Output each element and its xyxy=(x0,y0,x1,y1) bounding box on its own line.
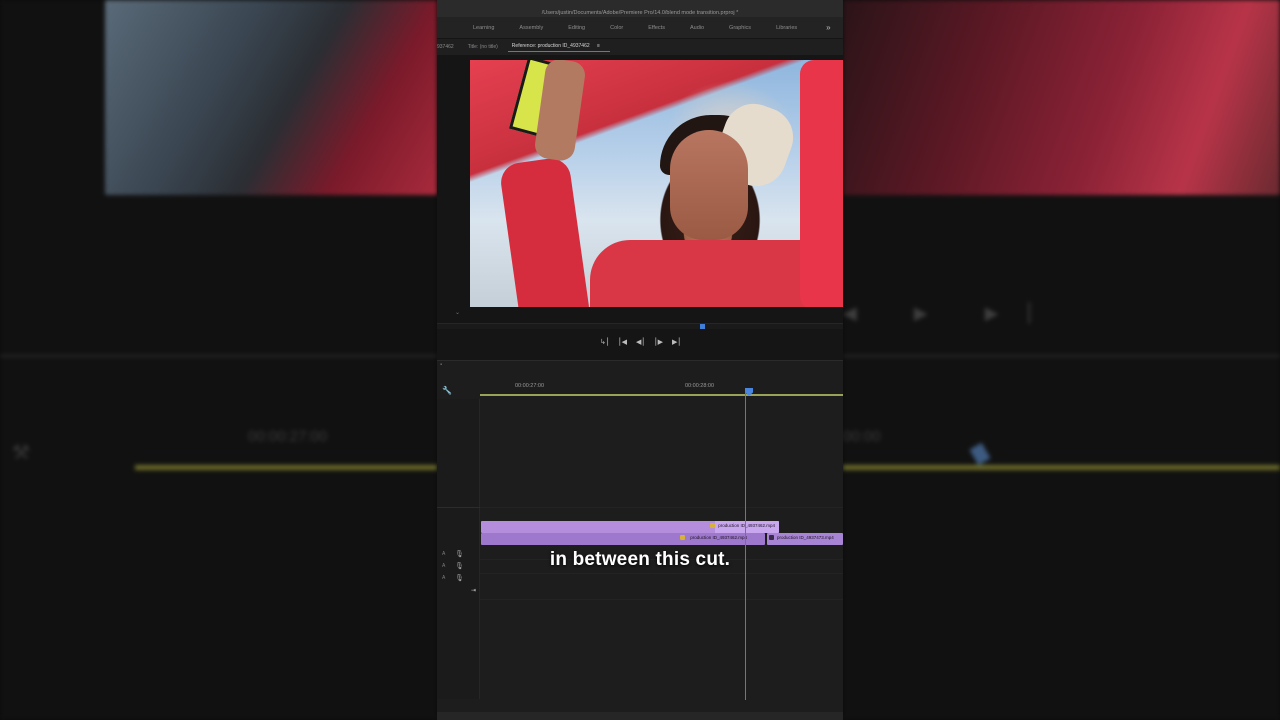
backdrop-divider-right xyxy=(843,355,1280,357)
backdrop-playhead xyxy=(969,442,991,466)
backdrop-right-timecode: 00:00 xyxy=(843,428,881,445)
match-frame-icon[interactable]: ↳⎮ xyxy=(600,338,610,354)
fx-badge-icon xyxy=(710,523,715,528)
workspace-tab-editing[interactable]: Editing xyxy=(568,25,585,31)
backdrop-wrench-icon: ⚒ xyxy=(12,442,30,464)
workspace-tab-assembly[interactable]: Assembly xyxy=(519,25,543,31)
backdrop-work-area-right xyxy=(843,465,1280,470)
timeline-menu-icon[interactable]: ▪ xyxy=(440,362,442,368)
frame-face xyxy=(670,130,748,240)
clip-name: production ID_4937462.mp4 xyxy=(718,523,775,528)
backdrop-left-timecode: 00:00:27:00 xyxy=(248,428,328,445)
backdrop-left-image xyxy=(105,0,437,195)
backdrop-left: 00:00:27:00 ⚒ xyxy=(0,0,437,720)
fx-badge-icon xyxy=(769,535,774,540)
track-end-icon[interactable]: ⇥ xyxy=(471,587,476,594)
audio-track-header[interactable]: A 🎙 xyxy=(437,573,480,585)
backdrop-work-area xyxy=(135,465,437,470)
workspace-tab-learning[interactable]: Learning xyxy=(473,25,494,31)
track-separator xyxy=(480,599,843,600)
workspace-bar: Learning Assembly Editing Color Effects … xyxy=(437,17,843,39)
monitor-scrub-bar[interactable] xyxy=(437,323,843,329)
video-caption: in between this cut. xyxy=(549,549,731,570)
step-back-icon[interactable]: ◀⎮ xyxy=(636,338,645,354)
clip-video-1a[interactable]: production ID_4937462.mp4 xyxy=(481,533,765,545)
work-area-bar[interactable] xyxy=(480,394,843,396)
backdrop-right: ◀ ▶ ▶⎮ 00:00 xyxy=(843,0,1280,720)
tab-title[interactable]: Title: (no title) xyxy=(464,44,508,50)
clip-video-1b[interactable]: production ID_4937473.mp4 xyxy=(767,533,843,545)
timecode-label: 00:00:27:00 xyxy=(515,383,545,389)
workspace-tab-libraries[interactable]: Libraries xyxy=(776,25,797,31)
clip-video-2[interactable]: production ID_4937462.mp4 xyxy=(481,521,779,533)
playhead-line[interactable] xyxy=(745,392,746,700)
timecode-label: 00:00:28:00 xyxy=(685,383,715,389)
frame-arm-left xyxy=(498,155,592,307)
timeline-scrollbar[interactable] xyxy=(437,712,843,720)
tab-reference[interactable]: Reference: production ID_4937462 ≡ xyxy=(507,42,610,52)
monitor-playhead[interactable] xyxy=(700,324,705,329)
backdrop-right-image xyxy=(843,0,1280,195)
track-label: A xyxy=(442,575,446,581)
time-ruler[interactable]: 00:00:27:00 00:00:28:00 xyxy=(480,378,843,396)
step-forward-icon[interactable]: ⎮▶ xyxy=(654,338,663,354)
workspace-tab-effects[interactable]: Effects xyxy=(648,25,665,31)
workspace-overflow-icon[interactable]: » xyxy=(826,23,830,32)
microphone-icon[interactable]: 🎙 xyxy=(455,574,464,582)
monitor-tabs: 937462 Title: (no title) Reference: prod… xyxy=(437,39,843,55)
clip-name: production ID_4937462.mp4 xyxy=(690,535,747,540)
tab-reference-label: Reference: production ID_4937462 xyxy=(511,42,590,49)
tab-menu-icon[interactable]: ≡ xyxy=(597,43,600,49)
zoom-dropdown-icon[interactable]: ⌄ xyxy=(455,309,460,316)
timeline-panel: ▪ 🔧 00:00:27:00 00:00:28:00 A 🎙 A 🎙 A 🎙 … xyxy=(437,360,843,712)
workspace-tab-color[interactable]: Color xyxy=(610,25,623,31)
transport-controls: ↳⎮ ⎮◀ ◀⎮ ⎮▶ ▶⎮ xyxy=(437,338,843,354)
workspace-tab-graphics[interactable]: Graphics xyxy=(729,25,751,31)
screen: 00:00:27:00 ⚒ ◀ ▶ ▶⎮ 00:00 /Users/justin… xyxy=(0,0,1280,720)
workspace-tab-audio[interactable]: Audio xyxy=(690,25,704,31)
wrench-icon[interactable]: 🔧 xyxy=(442,386,452,395)
backdrop-transport-icons: ◀ ▶ ▶⎮ xyxy=(843,303,1060,323)
premiere-window: /Users/justin/Documents/Adobe/Premiere P… xyxy=(437,0,843,720)
tab-source[interactable]: 937462 xyxy=(437,44,464,50)
track-separator xyxy=(480,507,843,508)
video-frame[interactable] xyxy=(470,60,843,307)
go-to-in-icon[interactable]: ⎮◀ xyxy=(618,338,627,354)
fx-badge-icon xyxy=(680,535,685,540)
track-separator xyxy=(480,573,843,574)
track-divider xyxy=(437,507,480,508)
frame-arm-right xyxy=(800,60,843,307)
backdrop-divider xyxy=(0,355,437,357)
clip-name: production ID_4937473.mp4 xyxy=(777,535,834,540)
reference-monitor: ⌄ ↳⎮ ⎮◀ ◀⎮ ⎮▶ ▶⎮ xyxy=(437,55,843,360)
go-to-out-icon[interactable]: ▶⎮ xyxy=(672,338,681,354)
window-title: /Users/justin/Documents/Adobe/Premiere P… xyxy=(437,0,843,17)
